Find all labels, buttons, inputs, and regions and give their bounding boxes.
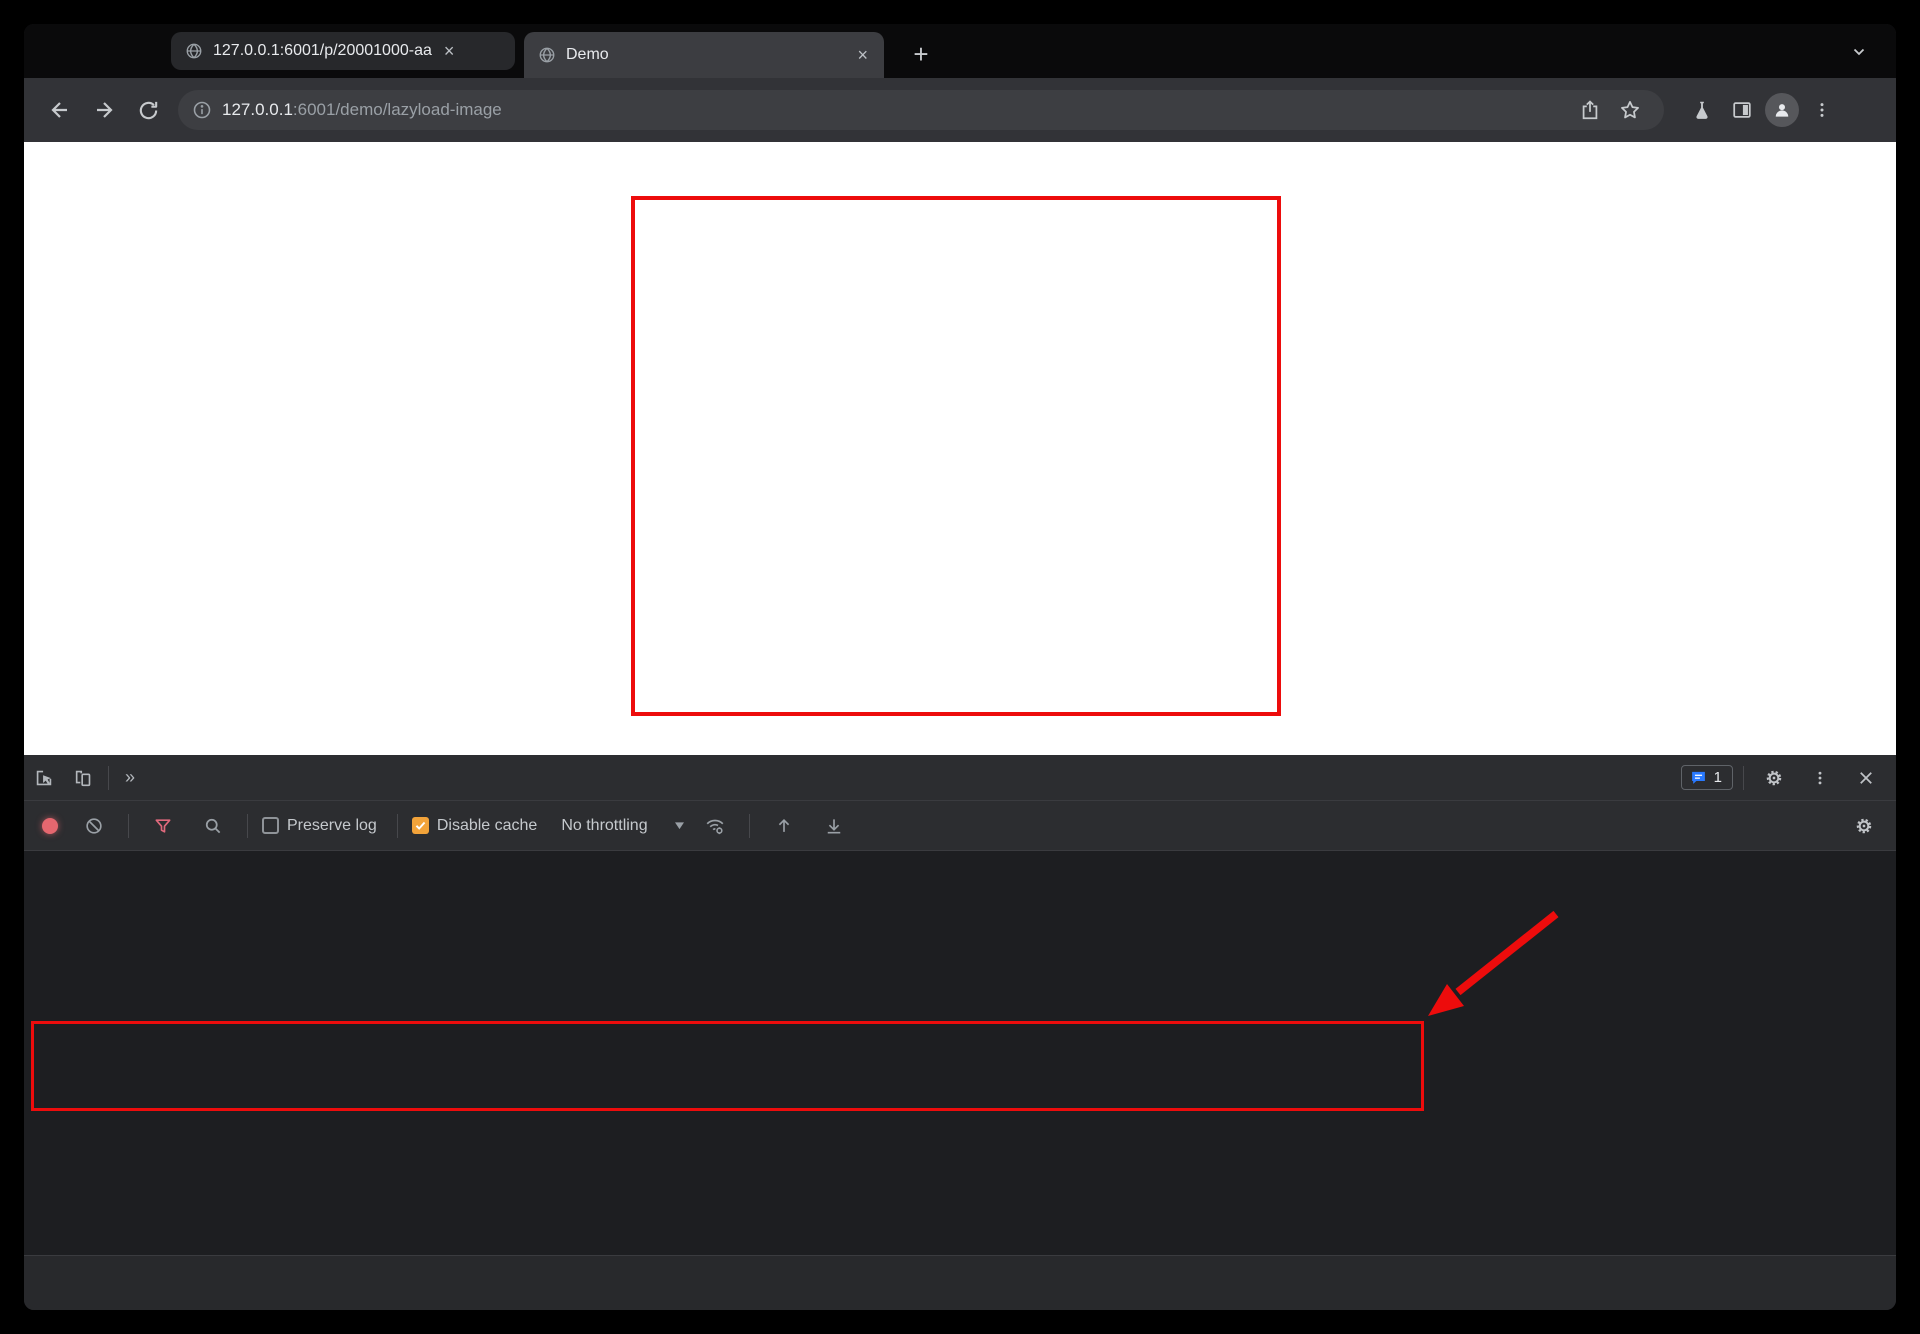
- export-har-icon[interactable]: [814, 816, 854, 836]
- devtools-menu-kebab-icon[interactable]: [1800, 769, 1840, 787]
- import-har-icon[interactable]: [764, 816, 804, 836]
- tab-close-icon[interactable]: ×: [855, 46, 870, 64]
- devtools-settings-gear-icon[interactable]: [1754, 768, 1794, 788]
- extension-flask-icon[interactable]: [1682, 90, 1722, 130]
- inspect-element-icon[interactable]: [24, 755, 64, 800]
- browser-menu-kebab-icon[interactable]: [1802, 90, 1842, 130]
- disable-cache-checkbox-group[interactable]: Disable cache: [412, 817, 544, 835]
- bookmark-star-icon[interactable]: [1610, 90, 1650, 130]
- network-summary-bar: [24, 1255, 1896, 1310]
- tab-search-chevron-icon[interactable]: [1850, 42, 1868, 60]
- device-toolbar-icon[interactable]: [64, 755, 104, 800]
- devtools-tab-bar: » 1: [24, 755, 1896, 801]
- reload-button[interactable]: [126, 88, 170, 132]
- close-window-button[interactable]: [67, 43, 83, 59]
- globe-favicon-icon: [538, 46, 556, 64]
- preserve-log-label: Preserve log: [287, 817, 377, 835]
- forward-button[interactable]: [82, 88, 126, 132]
- annotation-rectangle-rows: [31, 1021, 1424, 1111]
- issues-counter-button[interactable]: 1: [1681, 765, 1733, 790]
- clear-network-log-icon[interactable]: [74, 816, 114, 836]
- browser-tab-active[interactable]: Demo ×: [524, 32, 884, 78]
- disable-cache-checkbox[interactable]: [412, 817, 429, 834]
- browser-tab-background[interactable]: 127.0.0.1:6001/p/20001000-aa ×: [171, 32, 515, 70]
- tab-close-icon[interactable]: ×: [442, 42, 457, 60]
- more-tabs-chevron[interactable]: »: [113, 755, 147, 800]
- page-content: [24, 142, 1896, 755]
- search-icon[interactable]: [193, 816, 233, 836]
- issues-chat-icon: [1690, 769, 1707, 786]
- minimize-window-button[interactable]: [99, 43, 115, 59]
- network-conditions-icon[interactable]: [695, 815, 735, 837]
- network-toolbar: Preserve log Disable cache No throttling: [24, 801, 1896, 851]
- side-panel-icon[interactable]: [1722, 90, 1762, 130]
- globe-favicon-icon: [185, 42, 203, 60]
- navigation-toolbar: 127.0.0.1:6001/demo/lazyload-image: [24, 78, 1896, 142]
- devtools-panel: » 1: [24, 755, 1896, 1310]
- new-tab-button[interactable]: +: [904, 38, 938, 72]
- window-controls: [67, 43, 147, 59]
- devtools-close-icon[interactable]: [1846, 769, 1886, 787]
- avatar: [1765, 93, 1799, 127]
- url-text: 127.0.0.1:6001/demo/lazyload-image: [222, 100, 1570, 120]
- tab-strip: 127.0.0.1:6001/p/20001000-aa × Demo × +: [24, 24, 1896, 78]
- profile-avatar[interactable]: [1762, 90, 1802, 130]
- browser-window: 127.0.0.1:6001/p/20001000-aa × Demo × +: [24, 24, 1896, 1310]
- site-info-icon[interactable]: [192, 100, 212, 120]
- throttling-select[interactable]: No throttling: [561, 817, 684, 835]
- filter-funnel-icon[interactable]: [143, 816, 183, 836]
- tab-title: 127.0.0.1:6001/p/20001000-aa: [213, 42, 432, 60]
- share-icon[interactable]: [1570, 90, 1610, 130]
- dropdown-arrow-icon: [674, 821, 685, 830]
- network-table-header[interactable]: [24, 851, 1896, 905]
- address-bar[interactable]: 127.0.0.1:6001/demo/lazyload-image: [178, 90, 1664, 130]
- zoom-window-button[interactable]: [131, 43, 147, 59]
- preserve-log-checkbox[interactable]: [262, 817, 279, 834]
- tab-title: Demo: [566, 46, 609, 64]
- annotation-rectangle-cards: [631, 196, 1281, 716]
- preserve-log-checkbox-group[interactable]: Preserve log: [262, 817, 383, 835]
- disable-cache-label: Disable cache: [437, 817, 538, 835]
- record-network-log-button[interactable]: [42, 818, 58, 834]
- back-button[interactable]: [38, 88, 82, 132]
- network-settings-gear-icon[interactable]: [1844, 816, 1884, 836]
